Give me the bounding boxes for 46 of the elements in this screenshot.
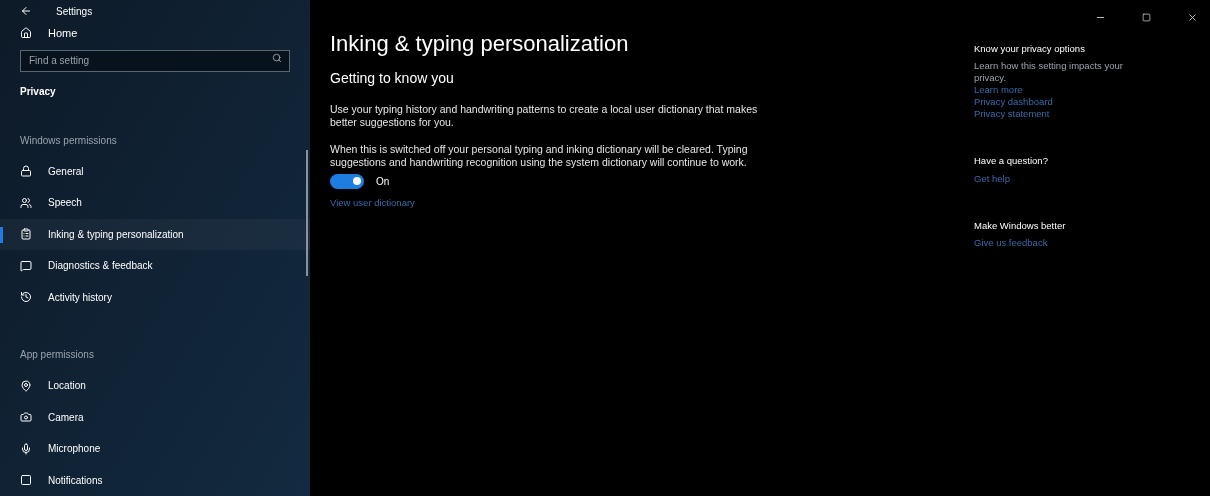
nav-item[interactable]: Inking & typing personalization [0, 218, 310, 250]
group-heading: Windows permissions [19, 133, 118, 148]
home-icon [20, 26, 32, 39]
page-title: Inking & typing personalization [330, 30, 630, 58]
search-icon [272, 53, 282, 63]
history-icon [20, 291, 32, 304]
nav-item[interactable]: General [0, 155, 310, 187]
nav-item[interactable]: Microphone [0, 433, 310, 465]
aside-heading: Make Windows better [974, 218, 1067, 233]
back-icon[interactable] [20, 5, 32, 18]
toggle-switch[interactable] [330, 173, 364, 189]
lock-icon [20, 165, 32, 178]
description-text: Use your typing history and handwriting patterns to create a local user dictionary that makes better suggestions for you. [330, 102, 759, 129]
clipboard-icon [20, 228, 32, 241]
aside-heading: Know your privacy options [974, 42, 1086, 56]
section-subtitle: Getting to know you [330, 68, 455, 88]
nav-item[interactable]: Location [0, 370, 310, 402]
maximize-icon[interactable] [1142, 12, 1151, 22]
toggle-label: On [376, 174, 390, 189]
nav-item[interactable]: Activity history [0, 281, 310, 313]
nav-item[interactable]: Home [0, 22, 310, 43]
search-field[interactable]: Find a setting [20, 49, 290, 72]
camera-icon [20, 411, 32, 424]
microphone-icon [20, 442, 32, 455]
selection-bar [0, 226, 3, 243]
section-title: Privacy [19, 84, 57, 99]
link[interactable]: Privacy dashboard [974, 96, 1204, 109]
nav-item[interactable]: Camera [0, 401, 310, 433]
link[interactable]: View user dictionary [330, 195, 760, 210]
nav-item[interactable]: Notifications [0, 464, 310, 496]
link[interactable]: Privacy statement [974, 108, 1204, 121]
people-icon [20, 196, 32, 209]
nav-item[interactable]: Speech [0, 187, 310, 219]
window-title: Settings [56, 4, 93, 19]
link[interactable]: Get help [974, 172, 1204, 185]
close-icon[interactable] [1187, 11, 1198, 23]
group-heading: App permissions [19, 348, 95, 362]
aside-text: Learn how this setting impacts your privacy. [974, 60, 1124, 85]
link[interactable]: Give us feedback [974, 236, 1204, 249]
link[interactable]: Learn more [974, 84, 1204, 97]
square-icon [20, 474, 32, 487]
chat-icon [20, 259, 32, 272]
description-text: When this is switched off your personal typing and inking dictionary will be cleared. Typing suggestions and handwriting recognition using the system dictionary will continue to work. [330, 142, 749, 169]
pin-icon [20, 379, 32, 392]
aside-heading: Have a question? [974, 154, 1049, 169]
nav-item[interactable]: Diagnostics & feedback [0, 250, 310, 282]
